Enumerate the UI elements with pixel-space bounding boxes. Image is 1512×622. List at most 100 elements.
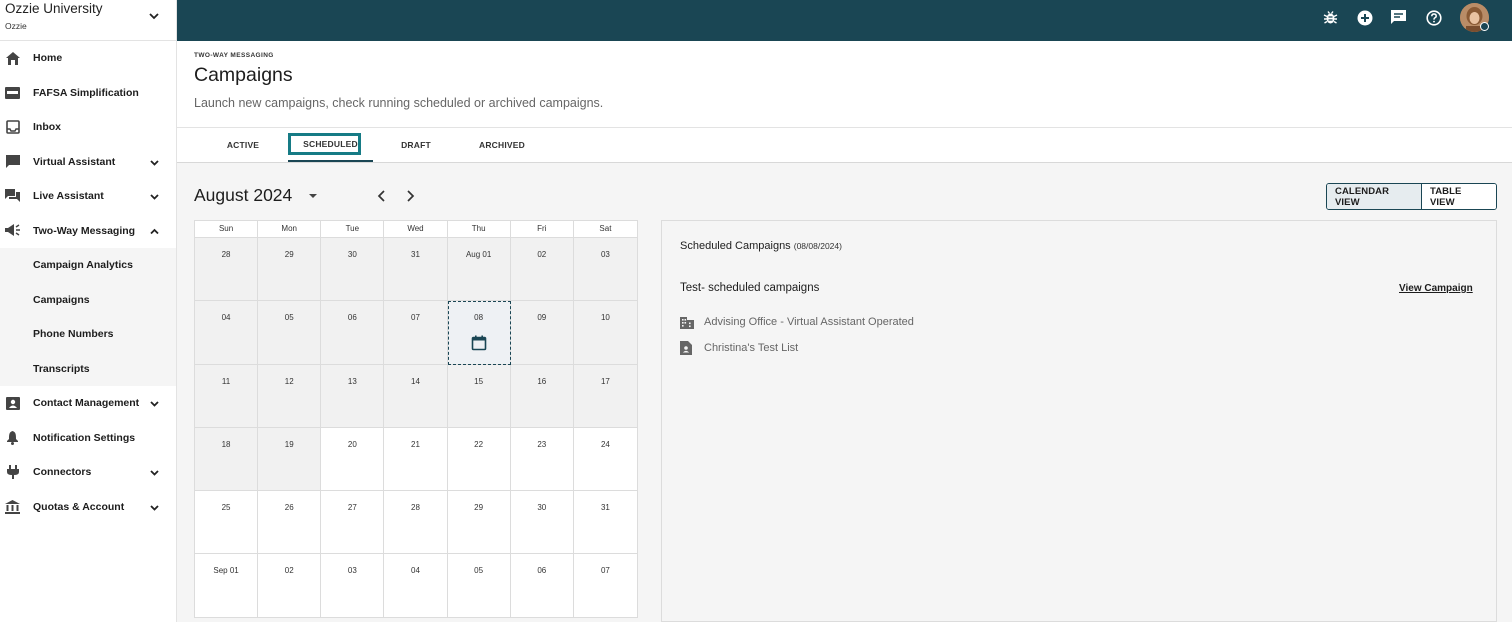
calendar-day[interactable]: 30 (510, 491, 574, 555)
calendar-day[interactable]: 06 (321, 301, 385, 365)
sidebar-item-live-assistant[interactable]: Live Assistant (0, 179, 176, 214)
sidebar-subitem-transcripts[interactable]: Transcripts (0, 352, 176, 387)
tab-bar: ACTIVE SCHEDULED DRAFT ARCHIVED (177, 128, 1512, 163)
calendar-day[interactable]: 31 (384, 238, 448, 302)
calendar-day[interactable]: 23 (510, 427, 574, 492)
calendar-day[interactable]: 25 (195, 491, 259, 555)
calendar-day-number: 07 (411, 313, 420, 323)
calendar-day[interactable]: 28 (195, 238, 259, 302)
chevron-down-icon (150, 194, 159, 200)
sidebar-item-inbox[interactable]: Inbox (0, 110, 176, 145)
calendar-day-number: 02 (537, 250, 547, 259)
calendar-day-number: 03 (600, 250, 610, 259)
calendar-day[interactable]: 06 (510, 554, 574, 618)
fafsa-icon (5, 85, 20, 100)
top-bar (177, 0, 1512, 41)
sidebar-subitem-phone-numbers[interactable]: Phone Numbers (0, 317, 176, 352)
calendar-day[interactable]: 05 (258, 301, 322, 365)
calendar-day[interactable]: 05 (447, 554, 511, 618)
sidebar-item-two-way-messaging[interactable]: Two-Way Messaging (0, 214, 176, 249)
calendar-day[interactable]: 13 (321, 364, 385, 428)
sidebar-item-label: Quotas & Account (33, 500, 125, 513)
message-icon[interactable] (1390, 9, 1407, 26)
panel-title-text: Scheduled Campaigns (680, 240, 791, 252)
calendar-day[interactable]: 03 (573, 238, 637, 302)
calendar-day-number: 28 (221, 250, 231, 259)
calendar-day-number: 14 (411, 376, 420, 386)
calendar-day-number: 22 (474, 439, 484, 449)
sidebar-item-home[interactable]: Home (0, 41, 176, 76)
calendar-day[interactable]: 04 (384, 554, 448, 618)
calendar-day[interactable]: 20 (321, 427, 385, 492)
inbox-icon (5, 120, 20, 135)
arrow-drop-down-icon[interactable] (308, 192, 318, 200)
calendar-day[interactable]: 17 (573, 364, 637, 428)
calendar-day[interactable]: 19 (258, 427, 322, 492)
calendar-day[interactable]: 31 (573, 491, 637, 555)
sidebar-item-connectors[interactable]: Connectors (0, 455, 176, 490)
campaign-office: Advising Office - Virtual Assistant Oper… (680, 315, 914, 329)
calendar-day[interactable]: 24 (573, 428, 637, 492)
calendar-day[interactable]: 07 (573, 554, 637, 618)
calendar-day[interactable]: 10 (573, 301, 637, 365)
tab-draft[interactable]: DRAFT (383, 128, 449, 162)
page-eyebrow: TWO-WAY MESSAGING (194, 52, 274, 59)
org-switcher[interactable]: Ozzie University Ozzie (0, 0, 176, 41)
weekday-label: Mon (258, 221, 322, 237)
calendar-day[interactable]: 03 (321, 554, 385, 618)
chevron-down-icon (149, 13, 159, 20)
calendar-day[interactable]: 16 (510, 364, 574, 428)
calendar-view-button[interactable]: CALENDAR VIEW (1327, 184, 1422, 209)
calendar-day-number: 27 (347, 503, 357, 513)
sidebar-subitem-campaign-analytics[interactable]: Campaign Analytics (0, 248, 176, 283)
chevron-right-icon[interactable] (404, 189, 416, 203)
calendar-grid: 28 29 30 31 Aug 01 02 03 04 05 06 07 08 09 10 11 12 13 14… (195, 238, 637, 618)
help-icon[interactable] (1425, 9, 1442, 26)
calendar-day[interactable]: Aug 01 (447, 238, 511, 302)
calendar-day[interactable]: Sep 01 (195, 554, 259, 618)
calendar-day[interactable]: 02 (510, 238, 574, 302)
calendar-day-selected[interactable]: 08 (447, 301, 511, 365)
calendar-day[interactable]: 26 (258, 491, 322, 555)
org-sub: Ozzie (5, 21, 27, 31)
plug-icon (5, 465, 20, 480)
sidebar-item-notification-settings[interactable]: Notification Settings (0, 421, 176, 456)
sidebar-item-virtual-assistant[interactable]: Virtual Assistant (0, 145, 176, 180)
calendar-day-number: 24 (600, 439, 610, 449)
calendar-day[interactable]: 29 (447, 491, 511, 555)
calendar-day[interactable]: 14 (384, 364, 448, 428)
calendar-day[interactable]: 07 (384, 301, 448, 365)
calendar-day[interactable]: 27 (321, 491, 385, 555)
sidebar-item-quotas-account[interactable]: Quotas & Account (0, 490, 176, 525)
tab-focus-ring (288, 133, 361, 155)
table-view-button[interactable]: TABLE VIEW (1422, 184, 1496, 209)
calendar-day[interactable]: 21 (384, 427, 448, 492)
page-header: TWO-WAY MESSAGING Campaigns Launch new c… (177, 41, 1512, 128)
calendar-day[interactable]: 28 (384, 491, 448, 555)
bug-icon[interactable] (1322, 9, 1339, 26)
sidebar-item-fafsa[interactable]: FAFSA Simplification (0, 76, 176, 111)
sidebar-item-contact-management[interactable]: Contact Management (0, 386, 176, 421)
tab-archived[interactable]: ARCHIVED (467, 128, 537, 162)
calendar-day[interactable]: 18 (195, 427, 259, 492)
view-campaign-link[interactable]: View Campaign (1399, 283, 1473, 294)
chevron-left-icon[interactable] (376, 189, 388, 203)
calendar-day[interactable]: 12 (258, 364, 322, 428)
tab-active[interactable]: ACTIVE (211, 128, 275, 162)
calendar-day-number: 21 (411, 439, 420, 449)
calendar-day[interactable]: 09 (510, 301, 574, 365)
calendar-day[interactable]: 15 (447, 364, 511, 428)
calendar-day[interactable]: 11 (195, 364, 259, 428)
page-title: Campaigns (194, 64, 293, 86)
calendar-day[interactable]: 29 (258, 238, 322, 302)
calendar-day-number: 29 (474, 503, 484, 513)
bell-icon (5, 430, 20, 445)
sidebar: Ozzie University Ozzie Home FAFSA Simpli… (0, 0, 177, 622)
calendar-day[interactable]: 04 (195, 301, 259, 365)
add-circle-icon[interactable] (1356, 9, 1373, 26)
calendar-day[interactable]: 02 (258, 554, 322, 618)
calendar-day[interactable]: 22 (447, 427, 511, 492)
panel-title: Scheduled Campaigns (08/08/2024) (680, 240, 842, 252)
sidebar-subitem-campaigns[interactable]: Campaigns (0, 283, 176, 318)
calendar-day[interactable]: 30 (321, 238, 385, 302)
